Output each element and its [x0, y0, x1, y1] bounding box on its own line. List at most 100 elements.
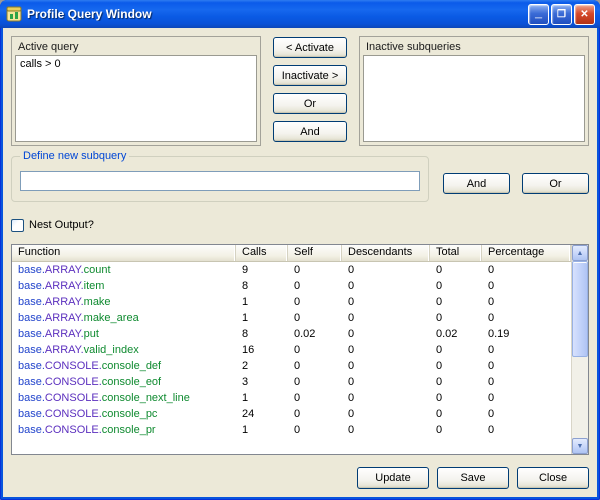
value-cell: 0 — [288, 392, 342, 404]
activate-button[interactable]: < Activate — [273, 37, 347, 58]
column-header-descendants[interactable]: Descendants — [342, 245, 430, 261]
active-query-item[interactable]: calls > 0 — [20, 58, 61, 70]
app-icon — [6, 6, 22, 22]
minimize-button[interactable]: ─ — [528, 4, 549, 25]
value-cell: 0 — [430, 408, 482, 420]
nest-output-row: Nest Output? — [11, 218, 589, 232]
titlebar[interactable]: Profile Query Window ─ ❐ ✕ — [0, 0, 600, 28]
table-row[interactable]: base.ARRAY.make10000 — [12, 294, 571, 310]
value-cell: 0 — [430, 280, 482, 292]
table-row[interactable]: base.CONSOLE.console_next_line10000 — [12, 390, 571, 406]
value-cell: 0 — [342, 296, 430, 308]
value-cell: 0 — [482, 264, 571, 276]
function-name-cell: base.ARRAY.make — [12, 296, 236, 308]
maximize-icon: ❐ — [557, 9, 566, 20]
close-button[interactable]: ✕ — [574, 4, 595, 25]
value-cell: 0 — [482, 344, 571, 356]
value-cell: 0.02 — [288, 328, 342, 340]
function-name-cell: base.CONSOLE.console_def — [12, 360, 236, 372]
column-header-calls[interactable]: Calls — [236, 245, 288, 261]
save-button[interactable]: Save — [437, 467, 509, 489]
value-cell: 8 — [236, 328, 288, 340]
query-transfer-buttons: < Activate Inactivate > Or And — [269, 36, 351, 146]
value-cell: 0 — [482, 376, 571, 388]
function-name-cell: base.ARRAY.put — [12, 328, 236, 340]
value-cell: 0 — [430, 312, 482, 324]
value-cell: 9 — [236, 264, 288, 276]
table-row[interactable]: base.CONSOLE.console_pr10000 — [12, 422, 571, 438]
update-button[interactable]: Update — [357, 467, 429, 489]
column-header-self[interactable]: Self — [288, 245, 342, 261]
value-cell: 0 — [430, 264, 482, 276]
table-row[interactable]: base.ARRAY.make_area10000 — [12, 310, 571, 326]
dialog-client-area: Active query calls > 0 < Activate Inacti… — [3, 28, 597, 497]
value-cell: 0 — [288, 408, 342, 420]
value-cell: 0 — [482, 312, 571, 324]
value-cell: 0 — [342, 264, 430, 276]
scroll-down-button[interactable]: ▼ — [572, 438, 588, 454]
value-cell: 0 — [342, 280, 430, 292]
window-controls: ─ ❐ ✕ — [528, 4, 595, 25]
value-cell: 2 — [236, 360, 288, 372]
value-cell: 0 — [430, 376, 482, 388]
vertical-scrollbar[interactable]: ▲ ▼ — [571, 245, 588, 454]
table-row[interactable]: base.CONSOLE.console_def20000 — [12, 358, 571, 374]
value-cell: 0 — [288, 296, 342, 308]
value-cell: 1 — [236, 296, 288, 308]
scrollbar-thumb[interactable] — [572, 261, 588, 357]
table-row[interactable]: base.ARRAY.count90000 — [12, 262, 571, 278]
value-cell: 0 — [288, 280, 342, 292]
profile-query-window: Profile Query Window ─ ❐ ✕ Active query … — [0, 0, 600, 500]
value-cell: 0 — [288, 344, 342, 356]
and-combine-button[interactable]: And — [273, 121, 347, 142]
table-header-row: FunctionCallsSelfDescendantsTotalPercent… — [12, 245, 571, 262]
function-name-cell: base.CONSOLE.console_next_line — [12, 392, 236, 404]
scroll-up-button[interactable]: ▲ — [572, 245, 588, 261]
inactive-subqueries-label: Inactive subqueries — [363, 39, 585, 55]
value-cell: 0 — [430, 392, 482, 404]
value-cell: 0 — [482, 280, 571, 292]
value-cell: 0 — [482, 360, 571, 372]
function-name-cell: base.CONSOLE.console_eof — [12, 376, 236, 388]
value-cell: 16 — [236, 344, 288, 356]
nest-output-checkbox[interactable] — [11, 219, 24, 232]
value-cell: 0.02 — [430, 328, 482, 340]
table-row[interactable]: base.ARRAY.valid_index160000 — [12, 342, 571, 358]
function-name-cell: base.ARRAY.item — [12, 280, 236, 292]
subquery-and-button[interactable]: And — [443, 173, 510, 194]
active-query-list[interactable]: calls > 0 — [15, 55, 257, 142]
value-cell: 0 — [342, 408, 430, 420]
value-cell: 1 — [236, 392, 288, 404]
table-main: FunctionCallsSelfDescendantsTotalPercent… — [12, 245, 571, 454]
value-cell: 24 — [236, 408, 288, 420]
active-query-panel: Active query calls > 0 — [11, 36, 261, 146]
column-header-total[interactable]: Total — [430, 245, 482, 261]
table-row[interactable]: base.ARRAY.item80000 — [12, 278, 571, 294]
value-cell: 8 — [236, 280, 288, 292]
minimize-icon: ─ — [535, 13, 542, 24]
table-row[interactable]: base.ARRAY.put80.0200.020.19 — [12, 326, 571, 342]
inactive-subqueries-list[interactable] — [363, 55, 585, 142]
close-dialog-button[interactable]: Close — [517, 467, 589, 489]
column-header-function[interactable]: Function — [12, 245, 236, 261]
active-query-label: Active query — [15, 39, 257, 55]
subquery-input[interactable] — [20, 171, 420, 191]
value-cell: 0 — [482, 408, 571, 420]
value-cell: 0 — [342, 424, 430, 436]
table-row[interactable]: base.CONSOLE.console_pc240000 — [12, 406, 571, 422]
or-combine-button[interactable]: Or — [273, 93, 347, 114]
function-name-cell: base.CONSOLE.console_pr — [12, 424, 236, 436]
scroll-down-icon: ▼ — [577, 443, 584, 450]
profile-results-table: FunctionCallsSelfDescendantsTotalPercent… — [11, 244, 589, 455]
column-header-percentage[interactable]: Percentage — [482, 245, 571, 261]
value-cell: 0 — [342, 360, 430, 372]
value-cell: 0 — [482, 296, 571, 308]
maximize-button[interactable]: ❐ — [551, 4, 572, 25]
value-cell: 0 — [430, 360, 482, 372]
value-cell: 0 — [430, 296, 482, 308]
subquery-or-button[interactable]: Or — [522, 173, 589, 194]
value-cell: 0 — [342, 328, 430, 340]
inactivate-button[interactable]: Inactivate > — [273, 65, 347, 86]
footer-buttons: Update Save Close — [11, 467, 589, 489]
table-row[interactable]: base.CONSOLE.console_eof30000 — [12, 374, 571, 390]
